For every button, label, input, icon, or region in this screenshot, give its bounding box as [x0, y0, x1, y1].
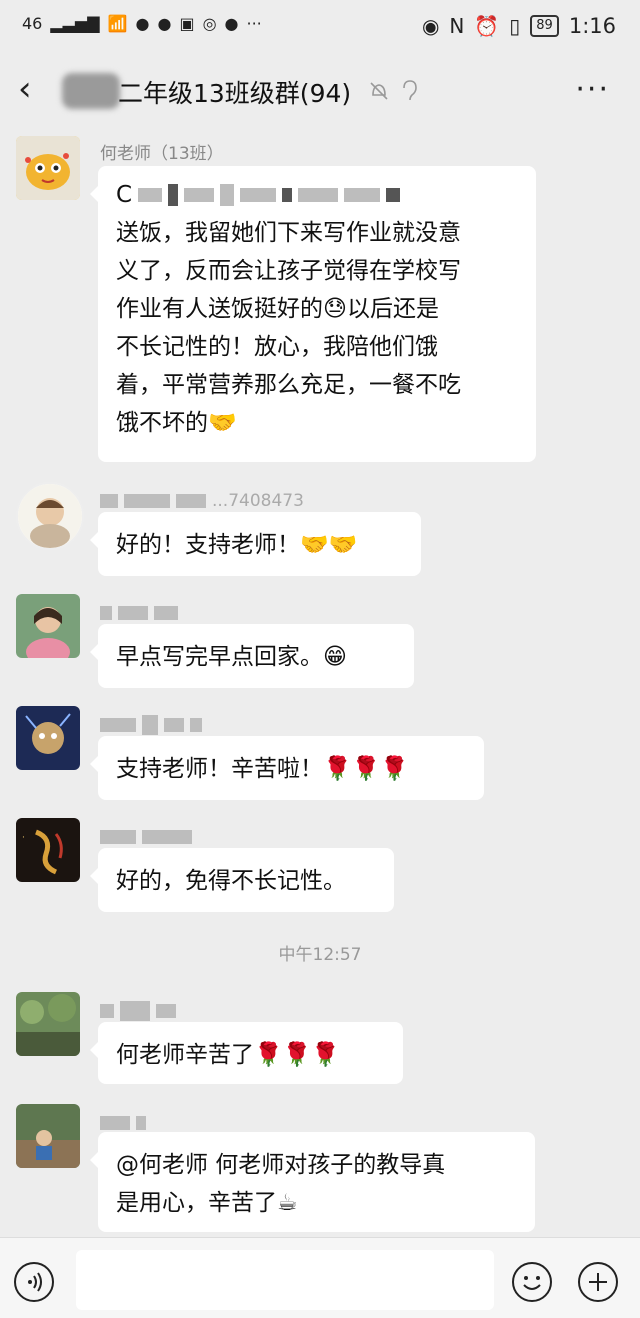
- chat-title: 二年级13班级群(94): [118, 79, 352, 108]
- avatar[interactable]: [16, 992, 80, 1056]
- message-text: 好的！支持老师！🤝🤝: [116, 532, 358, 558]
- sender-name: 何老师（13班）: [100, 143, 224, 164]
- mute-bell-icon: [370, 82, 388, 100]
- redaction-block: [120, 1001, 150, 1021]
- avatar[interactable]: [16, 1104, 80, 1168]
- redaction-block: [386, 188, 401, 202]
- message-bubble[interactable]: @何老师 何老师对孩子的教导真 是用心，辛苦了☕: [90, 1132, 535, 1232]
- time-divider: 中午12:57: [278, 945, 362, 965]
- alarm-icon: ⏰: [474, 14, 500, 38]
- sender-partial: ...7408473: [212, 491, 304, 511]
- app-icon-2: ◎: [202, 14, 217, 33]
- redaction-block: [156, 1004, 176, 1018]
- message-text-line: 着，平常营养那么充足，一餐不吃: [116, 372, 461, 398]
- chat-header: ‹ 二年级13班级群(94) ···: [0, 56, 640, 126]
- obscured-first-line: C: [116, 176, 518, 214]
- redaction-block: [100, 830, 136, 844]
- message-text-line: 是用心，辛苦了☕: [116, 1190, 298, 1216]
- message-bubble[interactable]: 何老师辛苦了🌹🌹🌹: [90, 1022, 403, 1084]
- redaction-block: [118, 606, 148, 620]
- earpiece-mode-icon: [403, 80, 417, 101]
- back-icon[interactable]: ‹: [18, 72, 48, 106]
- redaction-block: [164, 718, 184, 732]
- message-text-line: 不长记性的！放心，我陪他们饿: [116, 334, 438, 360]
- signal-bars-icon: ▂▃▅▇: [50, 14, 100, 33]
- message-text: 好的，免得不长记性。: [116, 868, 346, 894]
- avatar[interactable]: [16, 706, 80, 770]
- redaction-block: [154, 606, 178, 620]
- redaction-block: [124, 494, 170, 508]
- message-text-line: 义了，反而会让孩子觉得在学校写: [116, 258, 461, 284]
- avatar[interactable]: [16, 136, 80, 200]
- message-text: 何老师辛苦了🌹🌹🌹: [116, 1042, 340, 1068]
- message-text-line: 送饭，我留她们下来写作业就没意: [116, 220, 461, 246]
- message-input[interactable]: [76, 1250, 494, 1310]
- message-bubble[interactable]: 好的，免得不长记性。: [90, 848, 394, 912]
- redaction-block: [220, 184, 235, 206]
- message-text-line: @何老师 何老师对孩子的教导真: [116, 1152, 446, 1178]
- svg-text:·: ·: [22, 833, 25, 843]
- redaction-block: [176, 494, 206, 508]
- qq-icon: ●: [157, 14, 172, 33]
- vibrate-icon: ▯: [509, 14, 521, 38]
- message-bubble[interactable]: 支持老师！辛苦啦！🌹🌹🌹: [90, 736, 484, 800]
- redaction-block: [298, 188, 339, 202]
- message-bubble[interactable]: 早点写完早点回家。😁: [90, 624, 414, 688]
- chat-app-icon: ●: [135, 14, 150, 33]
- redaction-block: [240, 188, 277, 202]
- add-more-icon[interactable]: [578, 1262, 618, 1302]
- message-text: 支持老师！辛苦啦！🌹🌹🌹: [116, 756, 409, 782]
- message-text: 早点写完早点回家。😁: [116, 644, 347, 670]
- sender-name-redacted: [100, 714, 202, 736]
- clock: 1:16: [568, 14, 616, 38]
- more-options-icon[interactable]: ···: [575, 72, 610, 107]
- sender-name-redacted: [100, 1000, 176, 1022]
- more-notifications-icon: ···: [246, 14, 262, 33]
- wifi-icon: 📶: [107, 14, 128, 33]
- signal-indicator: 46: [22, 14, 43, 33]
- message-text-line: 饿不坏的🤝: [116, 410, 237, 436]
- voice-input-icon[interactable]: [14, 1262, 54, 1302]
- sender-name-redacted: [100, 602, 178, 624]
- redaction-block: [168, 184, 179, 206]
- partial-text: C: [116, 182, 133, 208]
- redaction-block: [142, 830, 192, 844]
- input-bar: [0, 1237, 640, 1318]
- avatar[interactable]: [16, 482, 84, 550]
- redaction-block: [138, 188, 163, 202]
- redaction-block: [190, 718, 202, 732]
- redaction-block: [100, 1004, 114, 1018]
- redaction-block: [100, 494, 118, 508]
- blurred-group-prefix: [62, 73, 120, 109]
- avatar[interactable]: ·: [16, 818, 80, 882]
- message-bubble[interactable]: 好的！支持老师！🤝🤝: [90, 512, 421, 576]
- redaction-block: [100, 718, 136, 732]
- nfc-icon: N: [449, 14, 465, 38]
- message-bubble[interactable]: C 送饭，我留她们下来写作业就没意 义了，反而会让孩子觉得在学校写 作业有人送饭…: [90, 166, 536, 462]
- avatar[interactable]: [16, 594, 80, 658]
- redaction-block: [136, 1116, 146, 1130]
- redaction-block: [344, 188, 381, 202]
- app-icon: ▣: [179, 14, 195, 33]
- eye-icon: ◉: [421, 14, 440, 38]
- sender-name-redacted: [100, 826, 192, 848]
- sender-name-redacted: [100, 1112, 146, 1134]
- battery-indicator: 89: [530, 15, 559, 37]
- emoji-icon[interactable]: [512, 1262, 552, 1302]
- status-bar: 46 ▂▃▅▇ 📶 ● ● ▣ ◎ ● ··· ◉ N ⏰ ▯ 89 1:16: [0, 0, 640, 56]
- sender-name-redacted: ...7408473: [100, 490, 304, 512]
- message-text-line: 作业有人送饭挺好的😓以后还是: [116, 296, 439, 322]
- redaction-block: [100, 606, 112, 620]
- redaction-block: [184, 188, 215, 202]
- redaction-block: [142, 715, 158, 735]
- redaction-block: [100, 1116, 130, 1130]
- message-icon: ●: [224, 14, 239, 33]
- redaction-block: [282, 188, 293, 202]
